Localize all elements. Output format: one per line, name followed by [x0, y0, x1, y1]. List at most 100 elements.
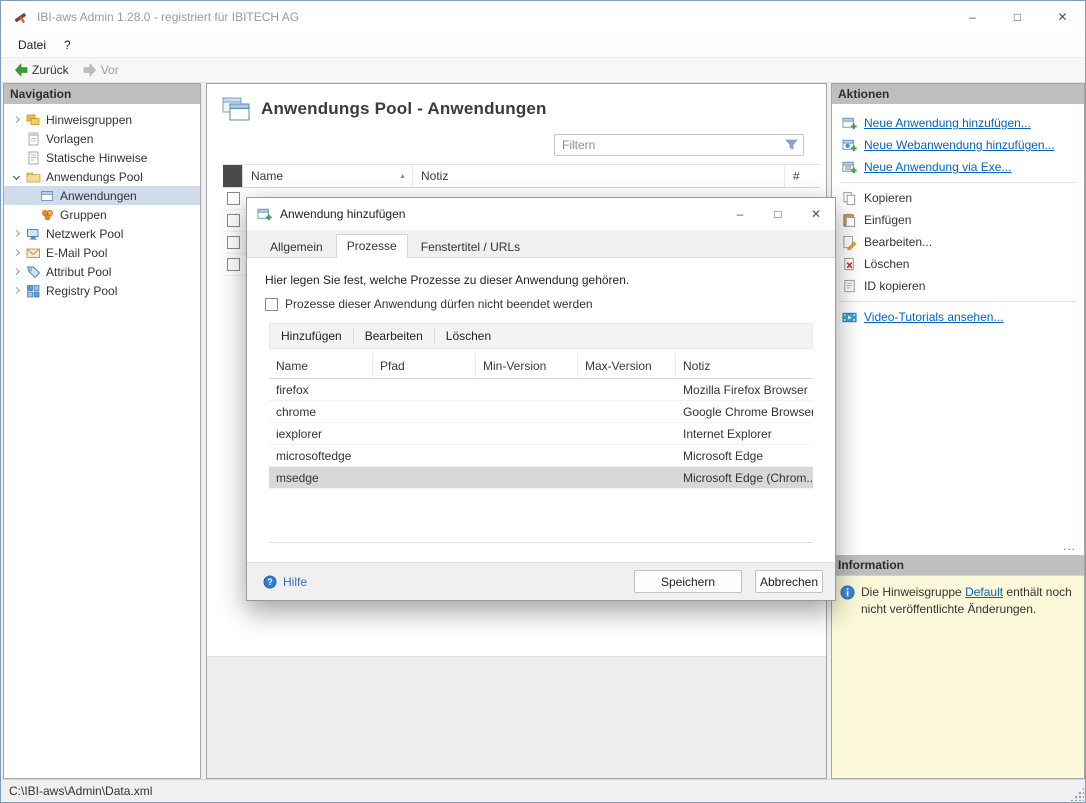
tab-fenstertitel-urls[interactable]: Fenstertitel / URLs	[410, 235, 531, 257]
column-header-name[interactable]: Name ▲	[243, 165, 413, 187]
new-application-icon	[842, 116, 857, 131]
minimize-button[interactable]: –	[950, 1, 995, 33]
action-new-web-application[interactable]: Neue Webanwendung hinzufügen...	[832, 134, 1084, 156]
process-row-iexplorer[interactable]: iexplorer Internet Explorer	[269, 423, 813, 445]
process-row-msedge[interactable]: msedge Microsoft Edge (Chrom...	[269, 467, 813, 489]
chevron-down-icon[interactable]	[12, 173, 19, 180]
data-file-path: C:\IBI-aws\Admin\Data.xml	[9, 784, 152, 798]
tab-allgemein[interactable]: Allgemein	[259, 235, 334, 257]
dialog-icon	[257, 207, 272, 222]
process-edit-button[interactable]: Bearbeiten	[354, 324, 434, 348]
new-web-application-icon	[842, 138, 857, 153]
tab-prozesse[interactable]: Prozesse	[336, 234, 408, 258]
nav-label: Netzwerk Pool	[46, 227, 123, 241]
dialog-maximize-button[interactable]: □	[759, 198, 797, 230]
process-row-microsoftedge[interactable]: microsoftedge Microsoft Edge	[269, 445, 813, 467]
nav-item-attribut-pool[interactable]: Attribut Pool	[4, 262, 200, 281]
add-application-dialog: Anwendung hinzufügen – □ ✕ Allgemein Pro…	[246, 197, 836, 601]
nav-label: Anwendungs Pool	[46, 170, 143, 184]
column-header-max-version[interactable]: Max-Version	[578, 353, 676, 378]
filter-funnel-icon[interactable]	[785, 139, 798, 151]
help-label: Hilfe	[283, 575, 307, 589]
chevron-right-icon[interactable]	[12, 287, 19, 294]
sort-ascending-icon: ▲	[399, 173, 406, 180]
copy-id-icon	[842, 279, 857, 294]
row-checkbox[interactable]	[227, 192, 240, 205]
process-delete-button[interactable]: Löschen	[435, 324, 502, 348]
page-title: Anwendungs Pool - Anwendungen	[261, 99, 547, 119]
column-header-min-version[interactable]: Min-Version	[476, 353, 578, 378]
column-header-notiz[interactable]: Notiz	[676, 353, 813, 378]
action-video-tutorials[interactable]: Neue Anwendung hinzufügen... Video-Tutor…	[832, 306, 1084, 328]
dialog-title: Anwendung hinzufügen	[280, 207, 721, 221]
close-button[interactable]: ✕	[1040, 1, 1085, 33]
save-button[interactable]: Speichern	[634, 570, 742, 593]
action-copy[interactable]: Kopieren	[832, 187, 1084, 209]
column-header-notiz[interactable]: Notiz	[413, 165, 785, 187]
app-icon	[11, 8, 29, 26]
menu-help[interactable]: ?	[55, 35, 80, 55]
back-button[interactable]: Zurück	[7, 61, 76, 79]
nav-item-gruppen[interactable]: Gruppen	[4, 205, 200, 224]
filter-input[interactable]	[554, 134, 804, 156]
chevron-right-icon[interactable]	[12, 116, 19, 123]
copy-icon	[842, 191, 857, 206]
no-terminate-checkbox[interactable]	[265, 298, 278, 311]
back-label: Zurück	[32, 63, 69, 77]
forward-button[interactable]: Vor	[76, 61, 126, 79]
row-checkbox[interactable]	[227, 214, 240, 227]
menu-datei[interactable]: Datei	[9, 35, 55, 55]
default-group-link[interactable]: Default	[965, 585, 1003, 599]
process-add-button[interactable]: Hinzufügen	[270, 324, 353, 348]
resize-grip[interactable]	[1070, 787, 1084, 801]
process-row-firefox[interactable]: firefox Mozilla Firefox Browser	[269, 379, 813, 401]
video-tutorials-label: Video-Tutorials ansehen...	[864, 310, 1003, 324]
row-checkbox[interactable]	[227, 236, 240, 249]
information-panel: Die Hinweisgruppe Default enthält noch n…	[832, 575, 1084, 778]
actions-body: Neue Anwendung hinzufügen... Neue Webanw…	[832, 104, 1084, 555]
nav-item-email-pool[interactable]: E-Mail Pool	[4, 243, 200, 262]
no-terminate-checkbox-row[interactable]: Prozesse dieser Anwendung dürfen nicht b…	[247, 287, 835, 311]
dialog-description: Hier legen Sie fest, welche Prozesse zu …	[247, 259, 835, 287]
actions-overflow[interactable]: ...	[1063, 539, 1076, 553]
process-table-header: Name Pfad Min-Version Max-Version Notiz	[269, 353, 813, 379]
actions-header: Aktionen	[832, 84, 1084, 104]
chevron-right-icon[interactable]	[12, 249, 19, 256]
nav-item-anwendungen[interactable]: Anwendungen	[4, 186, 200, 205]
nav-item-statische-hinweise[interactable]: Statische Hinweise	[4, 148, 200, 167]
app-window: IBI-aws Admin 1.28.0 - registriert für I…	[0, 0, 1086, 803]
action-copy-id[interactable]: ID kopieren	[832, 275, 1084, 297]
navigation-tree: Hinweisgruppen Vorlagen	[4, 104, 200, 300]
window-title: IBI-aws Admin 1.28.0 - registriert für I…	[37, 10, 950, 24]
chevron-right-icon[interactable]	[12, 268, 19, 275]
nav-item-anwendungs-pool[interactable]: Anwendungs Pool	[4, 167, 200, 186]
column-header-count[interactable]: #	[785, 165, 820, 187]
dialog-footer: ? Hilfe Speichern Abbrechen	[247, 562, 835, 600]
cancel-button[interactable]: Abbrechen	[755, 570, 823, 593]
dialog-content: Hier legen Sie fest, welche Prozesse zu …	[247, 259, 835, 562]
action-new-application-exe[interactable]: Neue Anwendung via Exe...	[832, 156, 1084, 178]
action-new-application[interactable]: Neue Anwendung hinzufügen...	[832, 112, 1084, 134]
action-edit[interactable]: Bearbeiten...	[832, 231, 1084, 253]
select-column-header[interactable]	[223, 165, 243, 187]
process-row-chrome[interactable]: chrome Google Chrome Browser	[269, 401, 813, 423]
column-header-name[interactable]: Name	[269, 353, 373, 378]
application-icon	[40, 189, 55, 203]
maximize-button[interactable]: □	[995, 1, 1040, 33]
groups-icon	[40, 208, 55, 222]
folder-icon	[26, 170, 41, 184]
mail-icon	[26, 246, 41, 260]
column-header-pfad[interactable]: Pfad	[373, 353, 476, 378]
process-table: Name Pfad Min-Version Max-Version Notiz …	[269, 353, 813, 543]
help-link[interactable]: ? Hilfe	[263, 575, 634, 589]
action-paste[interactable]: Einfügen	[832, 209, 1084, 231]
nav-item-vorlagen[interactable]: Vorlagen	[4, 129, 200, 148]
nav-item-hinweisgruppen[interactable]: Hinweisgruppen	[4, 110, 200, 129]
dialog-close-button[interactable]: ✕	[797, 198, 835, 230]
row-checkbox[interactable]	[227, 258, 240, 271]
nav-item-registry-pool[interactable]: Registry Pool	[4, 281, 200, 300]
action-delete[interactable]: Löschen	[832, 253, 1084, 275]
dialog-minimize-button[interactable]: –	[721, 198, 759, 230]
nav-item-netzwerk-pool[interactable]: Netzwerk Pool	[4, 224, 200, 243]
chevron-right-icon[interactable]	[12, 230, 19, 237]
